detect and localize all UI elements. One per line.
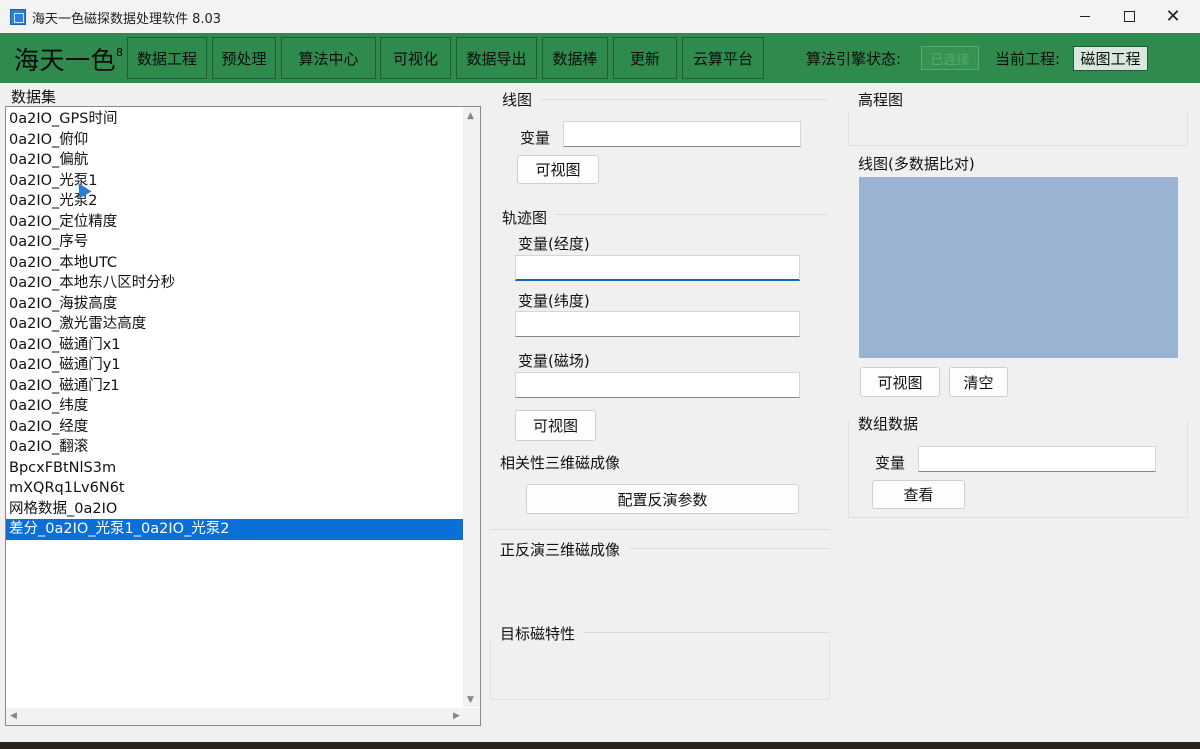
dataset-items: 0a2IO_GPS时间 0a2IO_俯仰 0a2IO_偏航 0a2IO_光泵1 0a2I… xyxy=(6,109,463,540)
forward-inverse-divider xyxy=(630,548,830,549)
latitude-label: 变量(纬度) xyxy=(518,292,590,310)
list-item[interactable]: 网格数据_0a2IO xyxy=(6,499,463,520)
title-bar: 海天一色磁探数据处理软件 8.03 ✕ xyxy=(0,0,1200,33)
line-chart-title: 线图 xyxy=(502,91,533,109)
multi-line-clear-button[interactable]: 清空 xyxy=(949,367,1008,397)
target-magnetic-divider xyxy=(583,632,830,633)
scroll-down-icon[interactable]: ▼ xyxy=(467,695,474,705)
close-icon: ✕ xyxy=(1165,5,1181,27)
array-data-view-button[interactable]: 查看 xyxy=(872,480,965,509)
longitude-label: 变量(经度) xyxy=(518,235,590,253)
app-grid-icon xyxy=(10,9,26,25)
multi-line-title: 线图(多数据比对) xyxy=(858,155,975,173)
list-item[interactable]: 0a2IO_磁通门x1 xyxy=(6,335,463,356)
list-item[interactable]: 0a2IO_纬度 xyxy=(6,396,463,417)
longitude-input[interactable] xyxy=(515,255,800,281)
minimize-button[interactable] xyxy=(1062,0,1108,33)
horizontal-scrollbar[interactable]: ◀ ▶ xyxy=(6,708,480,725)
list-item[interactable]: 0a2IO_海拔高度 xyxy=(6,294,463,315)
close-button[interactable]: ✕ xyxy=(1150,0,1196,33)
list-item[interactable]: 0a2IO_光泵2 xyxy=(6,191,463,212)
scroll-up-icon[interactable]: ▲ xyxy=(467,111,474,121)
main-window: 海天一色磁探数据处理软件 8.03 ✕ 海天一色8 数据工程 预处理 算法中心 … xyxy=(0,0,1200,742)
maximize-button[interactable] xyxy=(1106,0,1152,33)
list-item[interactable]: 0a2IO_磁通门y1 xyxy=(6,355,463,376)
line-chart-var-input[interactable] xyxy=(563,121,801,147)
current-project-label: 当前工程: xyxy=(995,50,1061,68)
array-data-var-label: 变量 xyxy=(875,454,906,472)
engine-status-label: 算法引擎状态: xyxy=(806,50,902,68)
line-chart-divider xyxy=(540,99,827,100)
list-item[interactable]: 0a2IO_激光雷达高度 xyxy=(6,314,463,335)
maximize-icon xyxy=(1123,11,1135,22)
vertical-scrollbar[interactable]: ▲ ▼ xyxy=(463,107,480,707)
list-item[interactable]: 0a2IO_偏航 xyxy=(6,150,463,171)
menu-algorithm-center[interactable]: 算法中心 xyxy=(281,37,376,79)
list-item[interactable]: 0a2IO_经度 xyxy=(6,417,463,438)
dataset-title: 数据集 xyxy=(11,88,57,106)
desktop-background-strip xyxy=(0,742,1200,749)
list-item[interactable]: 0a2IO_俯仰 xyxy=(6,130,463,151)
list-item[interactable]: 0a2IO_序号 xyxy=(6,232,463,253)
list-item[interactable]: 差分_0a2IO_光泵1_0a2IO_光泵2 xyxy=(6,519,463,540)
menu-data-export[interactable]: 数据导出 xyxy=(456,37,537,79)
menu-update[interactable]: 更新 xyxy=(613,37,677,79)
brand-name: 海天一色 xyxy=(14,46,117,75)
list-item[interactable]: 0a2IO_本地东八区时分秒 xyxy=(6,273,463,294)
multi-line-plot-area xyxy=(859,177,1178,358)
line-chart-var-label: 变量 xyxy=(520,129,551,147)
menu-data-project[interactable]: 数据工程 xyxy=(127,37,207,79)
brand-version: 8 xyxy=(116,45,124,59)
latitude-input[interactable] xyxy=(515,311,800,337)
menu-data-stick[interactable]: 数据棒 xyxy=(542,37,608,79)
list-item[interactable]: 0a2IO_定位精度 xyxy=(6,212,463,233)
menu-cloud-platform[interactable]: 云算平台 xyxy=(682,37,764,79)
scroll-right-icon[interactable]: ▶ xyxy=(453,711,460,721)
list-item[interactable]: 0a2IO_翻滚 xyxy=(6,437,463,458)
trajectory-divider xyxy=(555,214,827,215)
correlation-imaging-title: 相关性三维磁成像 xyxy=(500,454,621,472)
array-data-var-input[interactable] xyxy=(918,446,1156,472)
list-item[interactable]: 0a2IO_本地UTC xyxy=(6,253,463,274)
config-inversion-button[interactable]: 配置反演参数 xyxy=(526,484,799,514)
correlation-divider xyxy=(490,529,830,530)
main-toolbar: 海天一色8 数据工程 预处理 算法中心 可视化 数据导出 数据棒 更新 云算平台… xyxy=(0,33,1200,83)
list-item[interactable]: BpcxFBtNlS3m xyxy=(6,458,463,479)
dataset-list[interactable]: 0a2IO_GPS时间 0a2IO_俯仰 0a2IO_偏航 0a2IO_光泵1 0a2I… xyxy=(5,106,481,726)
multi-line-visualize-button[interactable]: 可视图 xyxy=(860,367,940,397)
window-title: 海天一色磁探数据处理软件 8.03 xyxy=(32,12,222,27)
magnetic-field-label: 变量(磁场) xyxy=(518,352,590,370)
trajectory-visualize-button[interactable]: 可视图 xyxy=(515,410,596,441)
elevation-title: 高程图 xyxy=(858,91,904,109)
target-magnetic-box xyxy=(490,640,830,700)
menu-visualize[interactable]: 可视化 xyxy=(380,37,451,79)
list-item[interactable]: 0a2IO_GPS时间 xyxy=(6,109,463,130)
list-item[interactable]: 0a2IO_磁通门z1 xyxy=(6,376,463,397)
forward-inverse-title: 正反演三维磁成像 xyxy=(500,541,621,559)
minimize-icon xyxy=(1080,16,1090,17)
engine-status-indicator: 已连接 xyxy=(921,46,979,70)
line-chart-visualize-button[interactable]: 可视图 xyxy=(517,155,599,184)
list-item[interactable]: mXQRq1Lv6N6t xyxy=(6,478,463,499)
elevation-box xyxy=(848,110,1188,146)
trajectory-title: 轨迹图 xyxy=(502,209,548,227)
magnetic-field-input[interactable] xyxy=(515,372,800,398)
scroll-left-icon[interactable]: ◀ xyxy=(10,711,17,721)
brand-logo: 海天一色8 xyxy=(14,41,124,77)
menu-preprocess[interactable]: 预处理 xyxy=(212,37,276,79)
current-project-value: 磁图工程 xyxy=(1073,46,1148,71)
